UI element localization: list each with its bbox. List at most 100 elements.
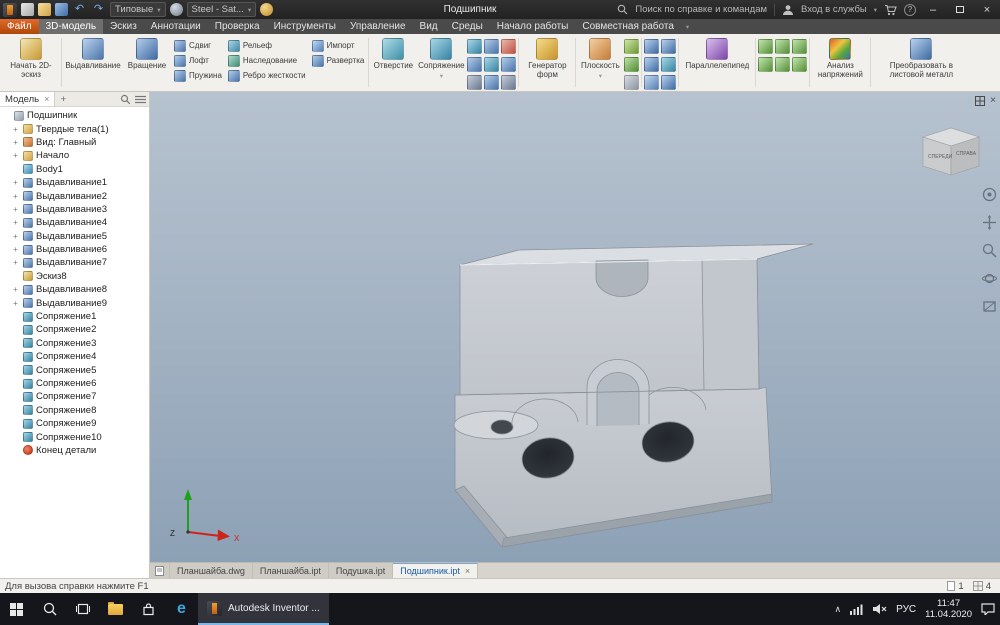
tree-item-extrusion1[interactable]: +Выдавливание1	[0, 176, 149, 189]
taskbar-app-inventor[interactable]: Autodesk Inventor ...	[198, 593, 329, 625]
ribbon-button-emboss[interactable]: Рельеф	[226, 39, 308, 52]
task-view-button[interactable]	[66, 593, 99, 625]
tree-item-fillet5[interactable]: Сопряжение5	[0, 363, 149, 376]
network-icon[interactable]	[850, 604, 863, 615]
ribbon-tab-environments[interactable]: Среды	[445, 19, 490, 34]
ribbon-button-hole[interactable]: Отверстие	[371, 35, 415, 90]
look-at-icon[interactable]	[982, 299, 997, 314]
doc-tab-planshayba-dwg[interactable]: Планшайба.dwg	[170, 563, 253, 578]
action-center-icon[interactable]	[981, 603, 995, 615]
help-search-label[interactable]: Поиск по справке и командам	[635, 4, 767, 15]
viewcube-right-label[interactable]: СПРАВА	[956, 151, 977, 157]
tree-item-fillet2[interactable]: Сопряжение2	[0, 323, 149, 336]
full-navigation-wheel-icon[interactable]	[982, 187, 997, 202]
ribbon-tab-tools[interactable]: Инструменты	[267, 19, 343, 34]
close-icon[interactable]: ×	[990, 95, 996, 106]
expand-icon[interactable]: +	[11, 125, 20, 134]
ribbon-tab-file[interactable]: Файл	[0, 19, 39, 34]
close-icon[interactable]: ×	[44, 94, 49, 104]
edge-browser-button[interactable]: e	[165, 593, 198, 625]
expand-icon[interactable]: +	[11, 218, 20, 227]
tree-item-extrusion6[interactable]: +Выдавливание6	[0, 243, 149, 256]
redo-icon[interactable]: ↷	[91, 3, 106, 16]
tree-item-fillet1[interactable]: Сопряжение1	[0, 310, 149, 323]
sculpt-icon[interactable]	[775, 39, 790, 54]
taskbar-search-button[interactable]	[33, 593, 66, 625]
direct-edit-icon[interactable]	[501, 75, 516, 90]
mirror-icon[interactable]	[644, 75, 659, 90]
tree-item-root-bearing[interactable]: Подшипник	[0, 109, 149, 122]
ribbon-tab-inspect[interactable]: Проверка	[208, 19, 267, 34]
maximize-button[interactable]	[950, 4, 970, 16]
orbit-icon[interactable]	[982, 271, 997, 286]
ribbon-button-rib[interactable]: Ребро жесткости	[226, 69, 308, 82]
ribbon-button-fillet[interactable]: Сопряжение▾	[417, 35, 465, 90]
ribbon-button-stress-analysis[interactable]: Анализ напряжений	[812, 35, 868, 90]
ribbon-button-extrude[interactable]: Выдавливание	[64, 35, 122, 90]
style-combo[interactable]: Типовые▾	[110, 2, 166, 17]
ribbon-button-box[interactable]: Параллелепипед	[681, 35, 753, 90]
tree-item-fillet4[interactable]: Сопряжение4	[0, 350, 149, 363]
doc-tab-podushka-ipt[interactable]: Подушка.ipt	[329, 563, 393, 578]
ribbon-tab-view[interactable]: Вид	[413, 19, 445, 34]
tree-item-fillet9[interactable]: Сопряжение9	[0, 417, 149, 430]
extend-icon[interactable]	[792, 39, 807, 54]
tree-item-extrusion4[interactable]: +Выдавливание4	[0, 216, 149, 229]
ucs-icon[interactable]	[624, 75, 639, 90]
rectangular-pattern-icon[interactable]	[644, 39, 659, 54]
ribbon-button-coil[interactable]: Пружина	[172, 69, 224, 82]
sign-in-label[interactable]: Вход в службы	[801, 4, 867, 15]
expand-icon[interactable]: +	[11, 299, 20, 308]
minimize-button[interactable]: –	[923, 4, 943, 16]
browser-tab-model[interactable]: Модель ×	[0, 92, 55, 106]
tree-item-extrusion2[interactable]: +Выдавливание2	[0, 189, 149, 202]
tree-item-extrusion3[interactable]: +Выдавливание3	[0, 203, 149, 216]
viewcube-front-label[interactable]: СПЕРЕДИ	[928, 154, 953, 160]
tree-item-extrusion7[interactable]: +Выдавливание7	[0, 256, 149, 269]
draft-icon[interactable]	[467, 57, 482, 72]
thread-icon[interactable]	[467, 75, 482, 90]
doc-tab-podshipnik-ipt[interactable]: Подшипник.ipt×	[393, 563, 478, 578]
tree-item-fillet6[interactable]: Сопряжение6	[0, 377, 149, 390]
clock[interactable]: 11:47 11.04.2020	[925, 598, 972, 620]
stitch-icon[interactable]	[758, 39, 773, 54]
volume-icon[interactable]	[872, 603, 887, 615]
ribbon-tab-manage[interactable]: Управление	[343, 19, 413, 34]
expand-icon[interactable]: +	[11, 178, 20, 187]
axis-icon[interactable]	[624, 39, 639, 54]
expand-icon[interactable]: +	[11, 245, 20, 254]
expand-icon[interactable]: +	[11, 232, 20, 241]
tray-chevron-icon[interactable]: ∧	[835, 604, 842, 615]
material-combo[interactable]: Steel - Sat...▾	[187, 2, 257, 17]
ribbon-tab-annotate[interactable]: Аннотации	[144, 19, 208, 34]
tree-item-fillet8[interactable]: Сопряжение8	[0, 404, 149, 417]
hole-pattern-icon[interactable]	[661, 75, 676, 90]
trim-icon[interactable]	[775, 57, 790, 72]
expand-icon[interactable]: +	[11, 285, 20, 294]
split-icon[interactable]	[484, 39, 499, 54]
shell-icon[interactable]	[467, 39, 482, 54]
expand-icon[interactable]: +	[11, 192, 20, 201]
tree-item-end-of-part[interactable]: Конец детали	[0, 444, 149, 457]
ribbon-tab-3d-model[interactable]: 3D-модель	[39, 19, 103, 34]
appearance-icon[interactable]	[260, 3, 273, 16]
ribbon-tab-collaborate[interactable]: Совместная работа	[575, 19, 681, 34]
ribbon-button-shape-generator[interactable]: Генератор форм	[521, 35, 573, 90]
zoom-icon[interactable]	[982, 243, 997, 258]
close-button[interactable]: ×	[977, 4, 997, 16]
expand-icon[interactable]: +	[11, 258, 20, 267]
doc-tabs-menu-icon[interactable]	[150, 563, 170, 578]
ribbon-tab-overflow-icon[interactable]: ▾	[681, 23, 694, 31]
circular-pattern-icon[interactable]	[644, 57, 659, 72]
3d-viewport[interactable]: × СПЕРЕДИ СПРАВА Z X	[150, 92, 1000, 562]
boolean-icon[interactable]	[661, 57, 676, 72]
tree-item-body1[interactable]: Body1	[0, 163, 149, 176]
pan-icon[interactable]	[982, 215, 997, 230]
search-icon[interactable]	[617, 4, 628, 15]
delete-face-icon[interactable]	[501, 39, 516, 54]
ribbon-button-derive[interactable]: Наследование	[226, 54, 308, 67]
inventor-logo-icon[interactable]	[3, 3, 17, 17]
ribbon-tab-get-started[interactable]: Начало работы	[490, 19, 576, 34]
view-cube[interactable]: СПЕРЕДИ СПРАВА	[914, 122, 988, 184]
tree-item-fillet7[interactable]: Сопряжение7	[0, 390, 149, 403]
